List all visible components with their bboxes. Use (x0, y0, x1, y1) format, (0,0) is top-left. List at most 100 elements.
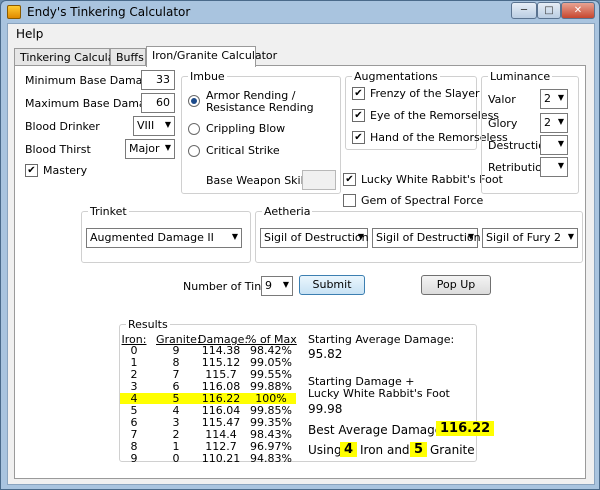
row-percent: 94.83% (250, 452, 292, 465)
hand-checkbox[interactable]: ✔ (352, 131, 365, 144)
eye-checkbox[interactable]: ✔ (352, 109, 365, 122)
luminance-title: Luminance (488, 70, 553, 83)
blood-thirst-value: Major (129, 142, 160, 155)
granite-count: 5 (410, 442, 428, 457)
gem-spectral-force-label: Gem of Spectral Force (361, 194, 484, 207)
chevron-down-icon: ▼ (231, 232, 238, 241)
row-iron: 5 (130, 404, 138, 417)
starting-lucky-label-2: Lucky White Rabbit's Foot (308, 387, 450, 400)
row-granite: 5 (172, 392, 180, 405)
row-damage: 116.22 (201, 392, 241, 405)
client-area: Help Tinkering Calculator Buffs Iron/Gra… (7, 23, 595, 485)
lucky-rabbit-foot-checkbox[interactable]: ✔ (343, 173, 356, 186)
row-granite: 2 (172, 428, 180, 441)
gem-spectral-force-checkbox[interactable] (343, 194, 356, 207)
blood-drinker-select[interactable]: VIII ▼ (133, 116, 175, 136)
chevron-down-icon: ▼ (164, 143, 171, 152)
tab-iron-granite-calculator[interactable]: Iron/Granite Calculator (146, 46, 277, 67)
chevron-down-icon: ▼ (557, 161, 564, 170)
augmentations-group: Augmentations ✔ Frenzy of the Slayer ✔ E… (345, 70, 508, 150)
row-damage: 116.04 (201, 404, 241, 417)
using-word: Using (308, 443, 342, 457)
number-of-tinks-value: 9 (265, 279, 272, 292)
number-of-tinks-select[interactable]: 9 ▼ (261, 276, 293, 296)
row-iron: 2 (130, 368, 138, 381)
row-percent: 99.85% (250, 404, 292, 417)
starting-average-label: Starting Average Damage: (308, 333, 455, 346)
row-granite: 8 (172, 356, 180, 369)
aetheria-value-3: Sigil of Fury 2 (486, 231, 561, 244)
tab-tinkering-calculator[interactable]: Tinkering Calculator (14, 48, 130, 66)
row-percent: 99.35% (250, 416, 292, 429)
row-iron: 8 (130, 440, 138, 453)
imbue-option-resistance-rending: Resistance Rending (206, 101, 314, 114)
iron-and-word: Iron and (360, 443, 410, 457)
row-damage: 115.12 (201, 356, 241, 369)
blood-thirst-label: Blood Thirst (25, 143, 91, 156)
min-damage-label: Minimum Base Damage: (25, 74, 160, 87)
aetheria-select-1[interactable]: Sigil of Destruction 3 ▼ (260, 228, 379, 248)
aetheria-group: Aetheria Sigil of Destruction 3 ▼ Sigil o… (255, 205, 583, 263)
popup-button[interactable]: Pop Up (421, 275, 491, 295)
trinket-select[interactable]: Augmented Damage II ▼ (86, 228, 242, 248)
granite-word: Granite (430, 443, 475, 457)
glory-select[interactable]: 2 ▼ (540, 113, 568, 133)
menu-help[interactable]: Help (16, 27, 43, 41)
row-damage: 112.7 (205, 440, 237, 453)
blood-thirst-select[interactable]: Major ▼ (125, 139, 175, 159)
chevron-down-icon: ▼ (557, 139, 564, 148)
row-iron: 1 (130, 356, 138, 369)
base-weapon-skill-input[interactable] (302, 170, 336, 190)
row-granite: 1 (172, 440, 180, 453)
close-button[interactable]: ✕ (561, 2, 595, 19)
imbue-radio-crippling-blow[interactable] (188, 123, 200, 135)
valor-value: 2 (544, 92, 551, 105)
row-damage: 110.21 (201, 452, 241, 465)
chevron-down-icon: ▼ (282, 280, 289, 289)
row-iron: 4 (130, 392, 138, 405)
submit-button[interactable]: Submit (299, 275, 365, 295)
aetheria-select-2[interactable]: Sigil of Destruction 3 ▼ (372, 228, 491, 248)
trinket-title: Trinket (88, 205, 129, 218)
valor-select[interactable]: 2 ▼ (540, 89, 568, 109)
chevron-down-icon: ▼ (357, 232, 364, 241)
augmentations-title: Augmentations (352, 70, 440, 83)
imbue-radio-critical-strike[interactable] (188, 145, 200, 157)
tab-buffs[interactable]: Buffs (110, 48, 146, 66)
app-window: Endy's Tinkering Calculator ─ □ ✕ Help T… (0, 0, 600, 490)
luminance-group: Luminance Valor 2 ▼ Glory 2 ▼ Destruction … (481, 70, 579, 194)
min-damage-input[interactable]: 33 (141, 70, 175, 90)
menu-bar: Help (8, 24, 594, 44)
chevron-down-icon: ▼ (557, 117, 564, 126)
frenzy-checkbox[interactable]: ✔ (352, 87, 365, 100)
imbue-radio-armor-rending[interactable] (188, 95, 200, 107)
row-percent: 99.88% (250, 380, 292, 393)
imbue-option-crippling-blow: Crippling Blow (206, 122, 286, 135)
maximize-button[interactable]: □ (537, 2, 561, 19)
app-icon (7, 5, 21, 19)
title-bar[interactable]: Endy's Tinkering Calculator ─ □ ✕ (1, 1, 599, 23)
minimize-button[interactable]: ─ (511, 2, 537, 19)
max-damage-input[interactable]: 60 (141, 93, 175, 113)
trinket-group: Trinket Augmented Damage II ▼ (81, 205, 251, 263)
row-percent: 99.05% (250, 356, 292, 369)
iron-count: 4 (340, 442, 358, 457)
starting-average-value: 95.82 (308, 347, 343, 361)
row-percent: 98.42% (250, 344, 292, 357)
retribution-select[interactable]: ▼ (540, 157, 568, 177)
row-granite: 9 (172, 344, 180, 357)
row-percent: 96.97% (250, 440, 292, 453)
aetheria-select-3[interactable]: Sigil of Fury 2 ▼ (482, 228, 578, 248)
aetheria-title: Aetheria (262, 205, 313, 218)
number-of-tinks-label: Number of Tinks (183, 280, 274, 293)
base-weapon-skill-label: Base Weapon Skill: (206, 174, 311, 187)
eye-label: Eye of the Remorseless (370, 109, 500, 122)
destruction-select[interactable]: ▼ (540, 135, 568, 155)
chevron-down-icon: ▼ (567, 232, 574, 241)
row-iron: 9 (130, 452, 138, 465)
imbue-title: Imbue (188, 70, 227, 83)
chevron-down-icon: ▼ (164, 120, 171, 129)
glory-value: 2 (544, 116, 551, 129)
mastery-checkbox[interactable]: ✔ (25, 164, 38, 177)
row-iron: 3 (130, 380, 138, 393)
